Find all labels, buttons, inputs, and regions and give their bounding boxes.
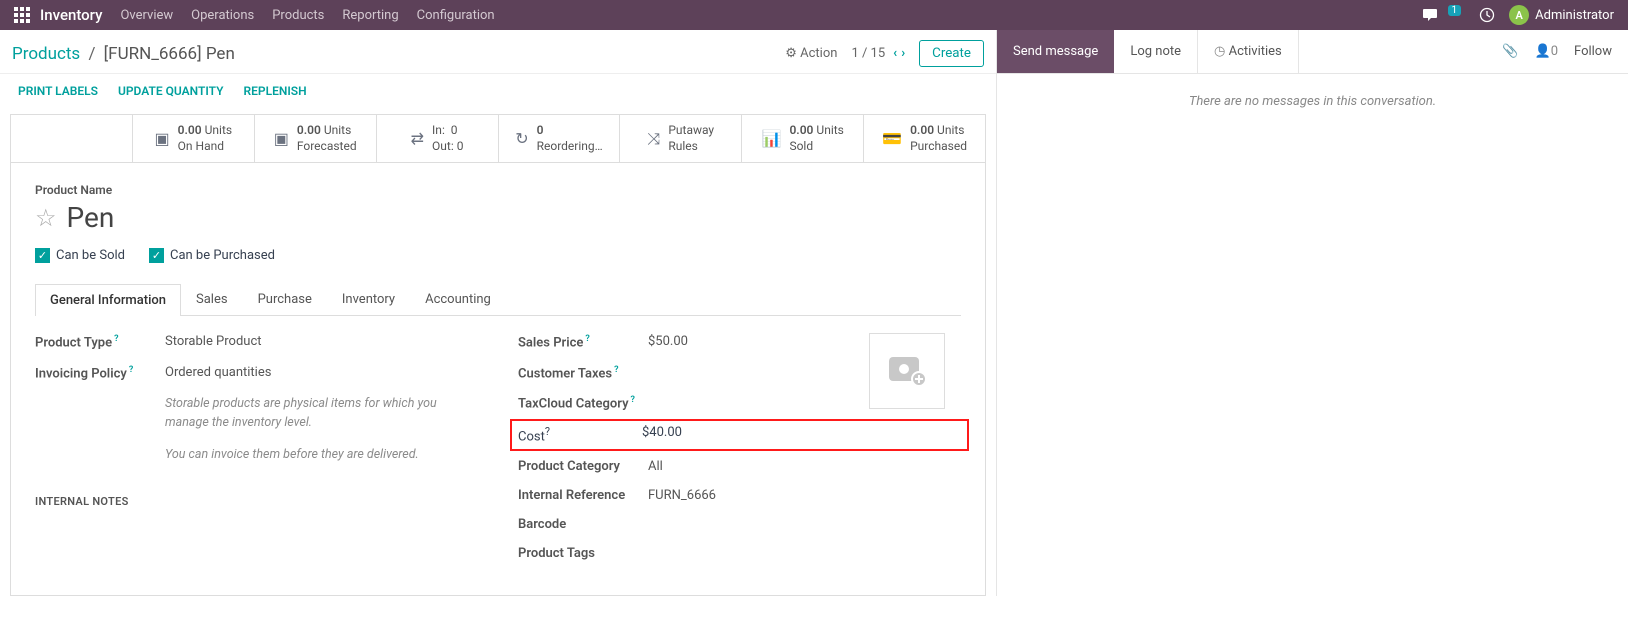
nav-operations[interactable]: Operations [191,8,254,23]
print-labels-button[interactable]: PRINT LABELS [18,84,98,98]
tab-general[interactable]: General Information [35,284,181,316]
chatter: Send message Log note ◷ Activities 📎 👤0 … [996,30,1628,596]
tab-purchase[interactable]: Purchase [243,283,327,315]
taxcloud-label: TaxCloud Category? [518,395,648,411]
breadcrumb-row: Products / [FURN_6666] Pen ⚙ Action 1 / … [0,30,996,74]
can-be-sold-checkbox[interactable]: ✓Can be Sold [35,248,125,263]
cost-highlight: Cost?$40.00 [510,419,969,450]
pager-prev-icon[interactable]: ‹ [893,46,897,61]
cubes-icon: ▣ [155,129,170,148]
pager: 1 / 15 ‹ › [851,46,905,61]
messages-empty: There are no messages in this conversati… [997,74,1628,129]
topbar: Inventory Overview Operations Products R… [0,0,1628,30]
invoicing-policy-value[interactable]: Ordered quantities [165,365,271,381]
internal-notes-heading: INTERNAL NOTES [35,495,478,508]
crumb-current: [FURN_6666] Pen [104,44,235,64]
app-brand[interactable]: Inventory [40,6,102,24]
user-menu[interactable]: A Administrator [1509,5,1614,25]
pager-next-icon[interactable]: › [901,46,905,61]
product-image-placeholder[interactable] [869,333,945,409]
nav-products[interactable]: Products [272,8,324,23]
sales-price-value[interactable]: $50.00 [648,334,688,350]
stat-buttons: ▣0.00 UnitsOn Hand ▣0.00 UnitsForecasted… [11,115,985,163]
action-menu[interactable]: ⚙ Action [785,46,837,61]
invoicing-policy-label: Invoicing Policy? [35,365,165,381]
username: Administrator [1535,8,1614,23]
activities-button[interactable]: ◷ Activities [1197,30,1299,73]
followers-icon[interactable]: 👤0 [1535,44,1559,59]
chat-badge: 1 [1448,5,1462,16]
crumb-parent[interactable]: Products [12,44,80,64]
action-bar: PRINT LABELS UPDATE QUANTITY REPLENISH [0,74,996,108]
stat-sold[interactable]: 📊0.00 UnitsSold [742,115,864,162]
attachment-icon[interactable]: 📎 [1502,44,1518,59]
cubes-icon: ▣ [274,129,289,148]
breadcrumb: Products / [FURN_6666] Pen [12,44,235,64]
nav-reporting[interactable]: Reporting [342,8,398,23]
bars-icon: 📊 [762,129,782,148]
customer-taxes-label: Customer Taxes? [518,365,648,381]
internal-ref-value[interactable]: FURN_6666 [648,488,716,503]
favorite-star-icon[interactable]: ☆ [35,204,57,232]
stat-onhand[interactable]: ▣0.00 UnitsOn Hand [133,115,255,162]
tab-accounting[interactable]: Accounting [410,283,506,315]
product-tags-label: Product Tags [518,546,648,561]
stat-forecast[interactable]: ▣0.00 UnitsForecasted [255,115,377,162]
create-button[interactable]: Create [919,40,984,67]
tabs: General Information Sales Purchase Inven… [35,283,961,316]
clock-icon[interactable] [1479,7,1495,23]
can-be-purchased-checkbox[interactable]: ✓Can be Purchased [149,248,275,263]
apps-icon[interactable] [14,7,30,23]
card-icon: 💳 [882,129,902,148]
exchange-icon: ⇄ [411,129,424,148]
refresh-icon: ↻ [515,129,528,148]
barcode-label: Barcode [518,517,648,532]
update-quantity-button[interactable]: UPDATE QUANTITY [118,84,224,98]
product-name[interactable]: Pen [67,201,115,234]
send-message-button[interactable]: Send message [997,30,1114,73]
nav-configuration[interactable]: Configuration [417,8,495,23]
random-icon: ⤨ [648,129,661,149]
internal-ref-label: Internal Reference [518,488,648,503]
tab-sales[interactable]: Sales [181,283,243,315]
product-type-value[interactable]: Storable Product [165,334,262,350]
product-category-label: Product Category [518,459,648,474]
cost-value[interactable]: $40.00 [642,425,682,444]
log-note-button[interactable]: Log note [1114,30,1197,73]
chat-icon[interactable] [1422,8,1438,22]
pager-text: 1 / 15 [851,46,885,61]
stat-purchased[interactable]: 💳0.00 UnitsPurchased [864,115,985,162]
product-category-value[interactable]: All [648,459,663,474]
hint-invoice: You can invoice them before they are del… [165,446,478,465]
replenish-button[interactable]: REPLENISH [244,84,307,98]
hint-storable: Storable products are physical items for… [165,395,478,433]
top-nav: Overview Operations Products Reporting C… [120,8,494,23]
product-card: ▣0.00 UnitsOn Hand ▣0.00 UnitsForecasted… [10,114,986,596]
stat-spacer [11,115,133,162]
stat-inout[interactable]: ⇄In: 0Out: 0 [377,115,499,162]
avatar: A [1509,5,1529,25]
stat-putaway[interactable]: ⤨PutawayRules [620,115,742,162]
stat-reorder[interactable]: ↻0Reordering… [499,115,621,162]
product-type-label: Product Type? [35,334,165,350]
sales-price-label: Sales Price? [518,334,648,350]
tab-inventory[interactable]: Inventory [327,283,410,315]
nav-overview[interactable]: Overview [120,8,173,23]
product-name-label: Product Name [35,183,961,197]
follow-button[interactable]: Follow [1574,44,1612,59]
cost-label: Cost? [518,425,642,444]
